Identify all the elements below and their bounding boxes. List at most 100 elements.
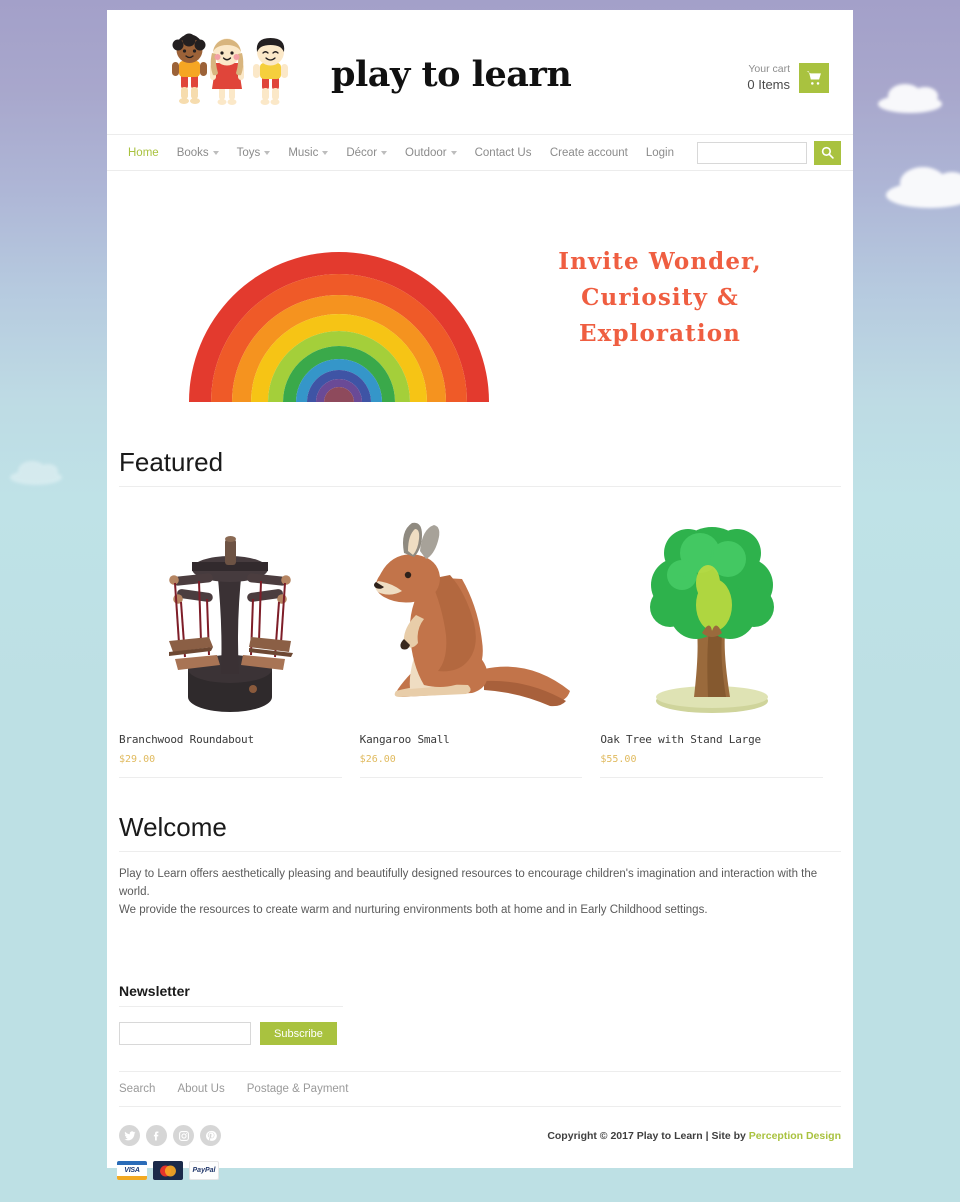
carved-wooden-kangaroo-icon [360, 503, 583, 719]
copyright-text: Copyright © 2017 Play to Learn | Site by… [547, 1130, 841, 1142]
site-header: play to learn Your cart 0 Items [107, 10, 853, 134]
cloud-decoration [886, 167, 960, 208]
featured-section: Featured Branchwood Roundabout $29.00 Ka… [107, 447, 853, 778]
chevron-down-icon [381, 150, 388, 155]
instagram-icon[interactable] [173, 1125, 194, 1147]
cloud-decoration [10, 461, 62, 485]
pinterest-icon[interactable] [200, 1125, 221, 1147]
hero-headline-line-2: Curiosity & [581, 283, 739, 311]
product-price: $29.00 [119, 754, 156, 765]
login-link[interactable]: Login [637, 147, 683, 159]
cart-summary: Your cart 0 Items [747, 62, 790, 94]
product-name: Oak Tree with Stand Large [600, 733, 761, 746]
nav-label: Login [645, 146, 674, 159]
nav-label: Décor [346, 146, 378, 159]
cart-widget[interactable]: Your cart 0 Items [747, 62, 829, 94]
visa-label: VISA [124, 1167, 140, 1174]
site-logo-text: play to learn [331, 53, 572, 95]
search-area [697, 140, 841, 165]
footer-bottom: Copyright © 2017 Play to Learn | Site by… [107, 1107, 853, 1168]
hero-headline: Invite Wonder, Curiosity & Exploration [509, 244, 811, 353]
nav-item-home[interactable]: Home [119, 147, 168, 159]
copyright-label: Copyright © 2017 Play to Learn | Site by [547, 1129, 749, 1142]
wooden-roundabout-carousel-toy-icon [119, 503, 342, 719]
cart-button[interactable] [799, 62, 829, 93]
welcome-section: Welcome Play to Learn offers aesthetical… [107, 812, 853, 919]
footer-link-about-us[interactable]: About Us [177, 1083, 224, 1095]
shopping-cart-icon [806, 71, 821, 85]
welcome-body: Play to Learn offers aesthetically pleas… [119, 852, 841, 919]
product-name: Kangaroo Small [359, 733, 450, 746]
hero-banner: Invite Wonder, Curiosity & Exploration [107, 171, 853, 433]
chevron-down-icon [264, 150, 271, 155]
mastercard-icon [153, 1161, 183, 1180]
cart-item-count: 0 Items [747, 77, 790, 93]
cart-label: Your cart [748, 63, 790, 75]
visa-icon: VISA [117, 1161, 147, 1180]
paypal-label: PayPal [192, 1167, 216, 1174]
nav-item-contact-us[interactable]: Contact Us [466, 147, 541, 159]
hero-headline-line-1: Invite Wonder, [558, 247, 762, 275]
create-account-link[interactable]: Create account [541, 147, 637, 159]
social-links [119, 1125, 221, 1147]
wooden-rainbow-stacker-icon [179, 187, 499, 417]
search-input[interactable] [697, 141, 807, 164]
nav-item-outdoor[interactable]: Outdoor [396, 147, 466, 159]
nav-label: Music [288, 146, 319, 159]
product-card[interactable]: Branchwood Roundabout $29.00 [119, 503, 360, 778]
footer-link-postage-payment[interactable]: Postage & Payment [247, 1083, 349, 1095]
nav-label: Contact Us [474, 146, 532, 159]
payment-methods: VISA PayPal [117, 1161, 219, 1180]
search-button[interactable] [814, 140, 841, 165]
footer-link-search[interactable]: Search [119, 1083, 155, 1095]
product-details: Kangaroo Small $26.00 [359, 725, 583, 778]
welcome-title: Welcome [119, 812, 841, 852]
product-details: Oak Tree with Stand Large $55.00 [600, 725, 824, 778]
nav-item-books[interactable]: Books [168, 147, 228, 159]
welcome-paragraph-1: Play to Learn offers aesthetically pleas… [119, 868, 818, 898]
page-container: play to learn Your cart 0 Items Home Boo… [107, 10, 853, 1169]
instagram-glyph [178, 1130, 189, 1141]
cloud-decoration [878, 84, 942, 113]
design-credit-link[interactable]: Perception Design [749, 1130, 841, 1142]
chevron-down-icon [322, 150, 329, 155]
main-navigation: Home Books Toys Music Décor Outdoor Cont… [107, 134, 853, 171]
nav-item-music[interactable]: Music [279, 147, 337, 159]
welcome-paragraph-2: We provide the resources to create warm … [119, 903, 708, 916]
product-price: $26.00 [359, 754, 396, 765]
site-logo[interactable]: play to learn [131, 33, 572, 111]
subscribe-button[interactable]: Subscribe [260, 1022, 337, 1046]
hero-headline-line-3: Exploration [579, 320, 741, 348]
wooden-oak-tree-with-stand-icon [600, 503, 823, 719]
newsletter-email-input[interactable] [119, 1022, 251, 1046]
chevron-down-icon [450, 150, 457, 155]
facebook-icon[interactable] [146, 1125, 167, 1147]
nav-label: Create account [549, 146, 628, 159]
search-icon [821, 146, 834, 159]
product-price: $55.00 [600, 754, 637, 765]
pinterest-glyph [205, 1130, 217, 1141]
facebook-glyph [153, 1131, 159, 1141]
chevron-down-icon [212, 150, 219, 155]
footer-links: Search About Us Postage & Payment [119, 1071, 841, 1108]
mastercard-glyph [160, 1165, 176, 1176]
nav-label: Books [176, 146, 209, 159]
product-details: Branchwood Roundabout $29.00 [119, 725, 342, 778]
twitter-icon[interactable] [119, 1125, 140, 1147]
featured-title: Featured [119, 447, 841, 487]
newsletter-section: Newsletter Subscribe [107, 983, 853, 1046]
nav-account-area: Create account Login [541, 140, 841, 165]
newsletter-title: Newsletter [119, 983, 343, 1008]
three-children-illustration-icon [161, 33, 313, 111]
paypal-icon: PayPal [189, 1161, 219, 1180]
product-name: Branchwood Roundabout [119, 733, 254, 746]
nav-label: Home [128, 146, 159, 159]
nav-label: Outdoor [405, 146, 447, 159]
twitter-glyph [124, 1131, 135, 1141]
nav-item-decor[interactable]: Décor [337, 147, 396, 159]
newsletter-form: Subscribe [119, 1007, 841, 1046]
nav-label: Toys [236, 146, 261, 159]
product-card[interactable]: Kangaroo Small $26.00 [359, 503, 601, 778]
product-card[interactable]: Oak Tree with Stand Large $55.00 [600, 503, 841, 778]
nav-item-toys[interactable]: Toys [228, 147, 280, 159]
